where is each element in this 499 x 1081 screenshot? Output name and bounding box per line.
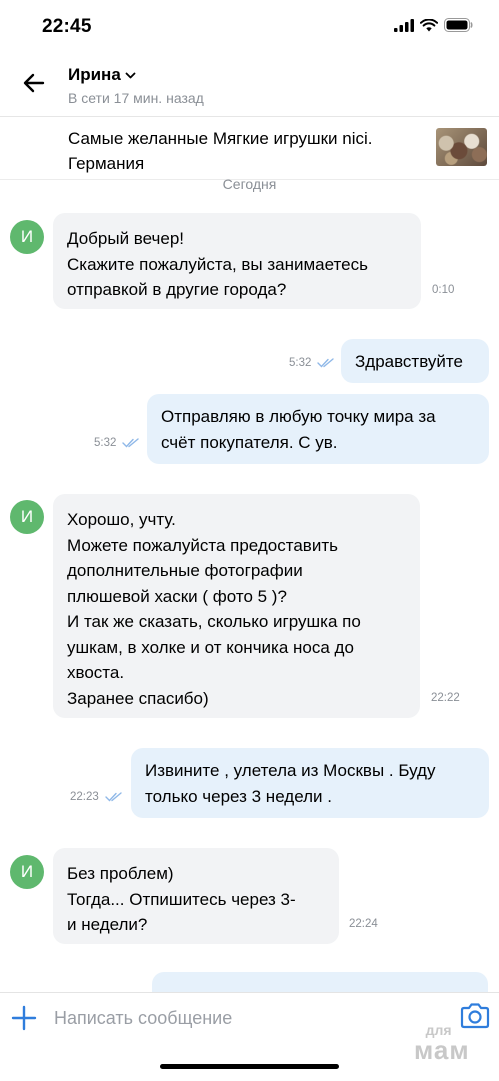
message-text-line: Здравствуйте	[355, 352, 463, 371]
message-input[interactable]	[54, 1005, 444, 1031]
product-title-line: Самые желанные Мягкие игрушки nici.	[68, 129, 373, 148]
message-time-out: 5:32	[94, 437, 140, 449]
message-text-line: Скажите пожалуйста, вы занимаетесь	[67, 254, 368, 274]
message-text-line: Отправляю в любую точку мира за	[161, 407, 436, 426]
status-icons	[394, 18, 473, 32]
contact-name-button[interactable]: Ирина	[68, 65, 136, 85]
status-bar: 22:45	[0, 0, 499, 54]
message-text-line: плюшевой хаски ( фото 5 )?	[67, 586, 287, 606]
message-bubble-incoming: Добрый вечер! Скажите пожалуйста, вы зан…	[53, 213, 421, 309]
watermark-line: мам	[414, 1035, 470, 1065]
message-text-line: дополнительные фотографии	[67, 561, 303, 580]
product-title-line: Германия	[68, 154, 145, 173]
message-text-line: ушкам, в холке и от кончика носа до	[67, 637, 354, 657]
message-text-line: и недели?	[67, 915, 148, 934]
read-checkmarks-icon	[317, 358, 335, 368]
message-text-line: Извините , улетела из Москвы . Буду	[145, 761, 436, 780]
read-checkmarks-icon	[122, 438, 140, 448]
sender-avatar[interactable]: И	[10, 220, 44, 254]
sender-avatar[interactable]: И	[10, 500, 44, 534]
message-text-line: Без проблем)	[67, 864, 174, 883]
message-bubble-outgoing: Здравствуйте	[341, 339, 489, 383]
sender-avatar[interactable]: И	[10, 855, 44, 889]
chat-header: Ирина В сети 17 мин. назад	[0, 54, 499, 116]
message-time: 22:23	[70, 791, 99, 803]
message-text-line: Можете пожалуйста предоставить	[67, 535, 338, 555]
message-text-line: Добрый вечер!	[67, 229, 185, 248]
contact-name: Ирина	[68, 65, 121, 84]
message-bubble-incoming: Хорошо, учту. Можете пожалуйста предоста…	[53, 494, 420, 718]
message-bubble-outgoing: Извините , улетела из Москвы . Буду толь…	[131, 748, 489, 818]
back-arrow-icon[interactable]	[20, 68, 50, 98]
message-bubble-outgoing: Отправляю в любую точку мира за счёт пок…	[147, 394, 489, 464]
product-thumbnail[interactable]	[436, 128, 487, 166]
message-text-line: И так же сказать, сколько игрушка по	[67, 612, 361, 631]
product-title: Самые желанные Мягкие игрушки nici. Герм…	[68, 126, 428, 176]
message-text-line: только через 3 недели .	[145, 786, 332, 806]
date-separator: Сегодня	[222, 176, 277, 192]
message-time: 22:24	[349, 918, 378, 930]
message-text-line: счёт покупателя. С ув.	[161, 432, 338, 452]
message-text-line: отправкой в другие города?	[67, 280, 287, 299]
message-time-out: 22:23	[70, 791, 122, 803]
message-text-line: Хорошо, учту.	[67, 510, 176, 529]
message-time: 0:10	[432, 284, 455, 296]
message-text-line: Заранее спасибо)	[67, 688, 209, 708]
home-indicator	[160, 1064, 339, 1069]
message-bubble-incoming: Без проблем) Тогда... Отпишитесь через 3…	[53, 848, 339, 944]
message-time-out: 5:32	[289, 357, 335, 369]
battery-icon	[444, 18, 473, 32]
message-time: 5:32	[94, 437, 117, 449]
chevron-down-icon	[125, 72, 136, 78]
message-time: 5:32	[289, 357, 312, 369]
read-checkmarks-icon	[105, 792, 122, 802]
message-text-line: Тогда... Отпишитесь через 3-	[67, 889, 296, 909]
contact-online-status: В сети 17 мин. назад	[68, 90, 204, 106]
site-watermark: для мам	[414, 1023, 470, 1063]
message-time: 22:22	[431, 692, 460, 704]
attach-plus-icon[interactable]	[10, 1004, 38, 1032]
product-banner[interactable]: Самые желанные Мягкие игрушки nici. Герм…	[0, 116, 499, 180]
wifi-icon	[420, 18, 438, 31]
message-text-line: хвоста.	[67, 663, 125, 682]
cellular-signal-icon	[394, 18, 414, 32]
status-time: 22:45	[42, 16, 92, 37]
